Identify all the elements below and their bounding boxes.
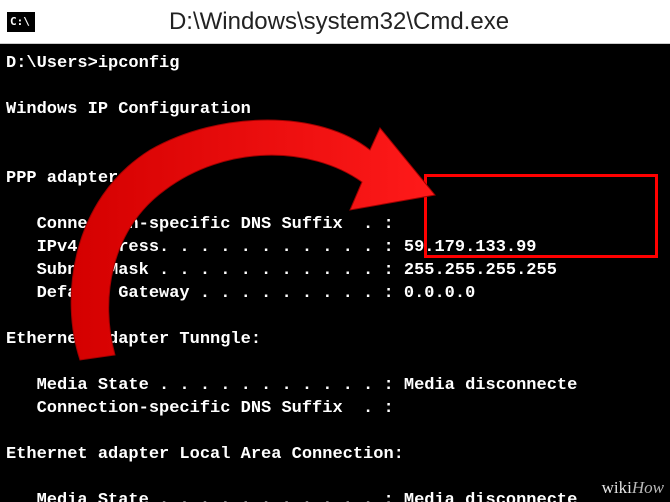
line-value: 0.0.0.0 [404, 284, 475, 303]
section-title: PPP adapter mtnl: [6, 169, 179, 188]
titlebar[interactable]: C:\ D:\Windows\system32\Cmd.exe [0, 0, 670, 44]
line-label: IPv4 Address. . . . . . . . . . . [6, 238, 373, 257]
line-value: Media disconnecte [404, 491, 577, 502]
line-label: Subnet Mask . . . . . . . . . . . [6, 261, 373, 280]
watermark-text: How [632, 478, 664, 497]
line-label: Connection-specific DNS Suffix . [6, 399, 373, 418]
prompt: D:\Users> [6, 54, 98, 73]
line-value: 59.179.133.99 [404, 238, 537, 257]
line-label: Media State . . . . . . . . . . . [6, 376, 373, 395]
section-title: Ethernet adapter Local Area Connection: [6, 445, 404, 464]
cmd-window: C:\ D:\Windows\system32\Cmd.exe D:\Users… [0, 0, 670, 502]
line-value: Media disconnecte [404, 376, 577, 395]
line-label: Default Gateway . . . . . . . . . [6, 284, 373, 303]
ip-config-header: Windows IP Configuration [6, 100, 251, 119]
line-value: 255.255.255.255 [404, 261, 557, 280]
terminal-output[interactable]: D:\Users>ipconfig Windows IP Configurati… [0, 44, 670, 502]
line-label: Media State . . . . . . . . . . . [6, 491, 373, 502]
section-title: Ethernet adapter Tunngle: [6, 330, 261, 349]
cmd-icon: C:\ [6, 11, 36, 33]
cmd-icon-text: C:\ [10, 15, 30, 28]
command: ipconfig [98, 54, 180, 73]
line-label: Connection-specific DNS Suffix . [6, 215, 373, 234]
window-title: D:\Windows\system32\Cmd.exe [44, 8, 670, 36]
watermark: wikiHow [602, 478, 664, 498]
